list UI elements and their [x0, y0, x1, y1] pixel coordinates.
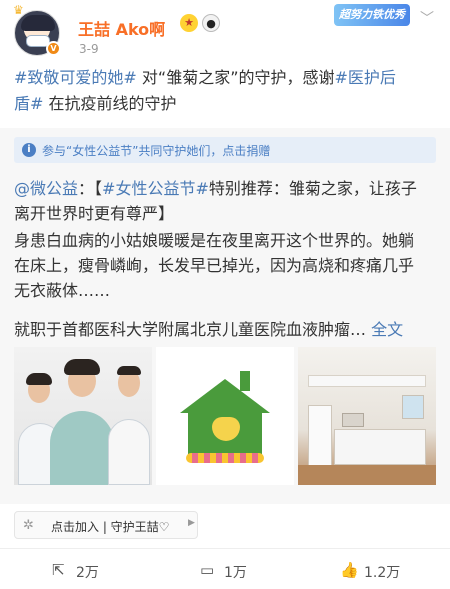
honor-badge[interactable]: 超努力铁优秀	[334, 4, 410, 26]
post-text-line-2: 盾# 在抗疫前线的守护	[14, 90, 436, 117]
kitchen-counter	[334, 429, 426, 465]
vip-badge-icon: V	[46, 41, 61, 56]
repost-icon: ⇱	[52, 561, 65, 579]
comment-count: 1万	[224, 565, 247, 581]
doctors-photo[interactable]	[14, 347, 152, 485]
donate-banner[interactable]: i 参与“女性公益节”共同守护她们，点击捐赠	[14, 137, 436, 163]
house-roof	[180, 379, 270, 413]
daisy-home-logo[interactable]	[156, 347, 294, 485]
crown-icon: ♛	[13, 3, 24, 17]
weibo-post: ♛ V 王喆 Ako啊 ★ ● 3-9 超努力铁优秀 ﹀ #致敬可爱的她# 对“…	[0, 0, 450, 589]
repost-text-line-6-text: 就职于首都医科大学附属北京儿童医院血液肿瘤…	[14, 320, 372, 339]
doctor-center	[50, 411, 114, 485]
repost-text: ：【	[78, 179, 103, 198]
repost-hashtag-link[interactable]: #女性公益节#	[102, 179, 209, 198]
post-text: 在抗疫前线的守护	[43, 94, 177, 113]
kitchen-photo[interactable]	[298, 347, 436, 485]
avatar-hair	[21, 15, 55, 31]
post-hashtag-link[interactable]: #医护后	[335, 68, 396, 87]
full-text-link[interactable]: 全文	[371, 320, 403, 339]
post-date: 3-9	[79, 42, 99, 56]
doctor-right	[108, 419, 150, 485]
super-topic-icon: ✲	[23, 518, 34, 533]
doctor-left-hair	[26, 373, 52, 385]
repost-hashtag-link[interactable]: @微公益	[14, 179, 78, 198]
super-topic-label: 点击加入 | 守护王喆♡	[51, 520, 170, 534]
donate-label: 参与“女性公益节”共同守护她们，点击捐赠	[42, 144, 271, 158]
like-icon: 👍	[340, 561, 359, 579]
repost-text-line-2: 离开世界时更有尊严】	[14, 204, 175, 223]
kitchen-window	[402, 395, 424, 419]
repost-text: 特别推荐：雏菊之家，让孩子	[208, 179, 417, 198]
repost-text-line-4: 在床上，瘦骨嶙峋，长发早已掉光，因为高烧和疼痛几乎	[14, 256, 415, 275]
kitchen-upper-cabinet	[308, 375, 426, 387]
doctor-center-hair	[64, 359, 100, 375]
chevron-right-icon: ▶	[188, 518, 195, 528]
post-text-line-1: #致敬可爱的她# 对“雏菊之家”的守护，感谢#医护后	[14, 64, 436, 91]
post-text: 对“雏菊之家”的守护，感谢	[136, 68, 335, 87]
panda-emoji-icon: ●	[202, 14, 220, 32]
post-hashtag-link[interactable]: 盾#	[14, 94, 43, 113]
repost-text-line-3: 身患白血病的小姑娘暖暖是在夜里离开这个世界的。她躺	[14, 231, 415, 250]
kitchen-fridge	[308, 405, 332, 467]
info-icon: i	[22, 143, 36, 157]
like-count: 1.2万	[364, 565, 401, 581]
more-chevron-icon[interactable]: ﹀	[420, 8, 434, 28]
star-eyes-emoji-icon: ★	[180, 14, 198, 32]
kitchen-microwave	[342, 413, 364, 427]
doctor-right-hair	[117, 366, 141, 375]
daisy-flowers	[186, 453, 264, 463]
kitchen-floor	[298, 465, 436, 485]
super-topic-pill[interactable]: ✲ 点击加入 | 守护王喆♡ ▶	[14, 511, 198, 539]
username[interactable]: 王喆 Ako啊	[78, 16, 165, 40]
post-hashtag-link[interactable]: #致敬可爱的她#	[14, 68, 137, 87]
divider	[0, 548, 450, 549]
repost-count: 2万	[76, 565, 99, 581]
comment-icon: ▭	[200, 561, 215, 579]
repost-text-line-5: 无衣蔽体……	[14, 281, 111, 300]
repost-text-line-1: @微公益：【#女性公益节#特别推荐：雏菊之家，让孩子	[14, 176, 436, 202]
repost-text-line-6: 就职于首都医科大学附属北京儿童医院血液肿瘤… 全文	[14, 317, 436, 343]
